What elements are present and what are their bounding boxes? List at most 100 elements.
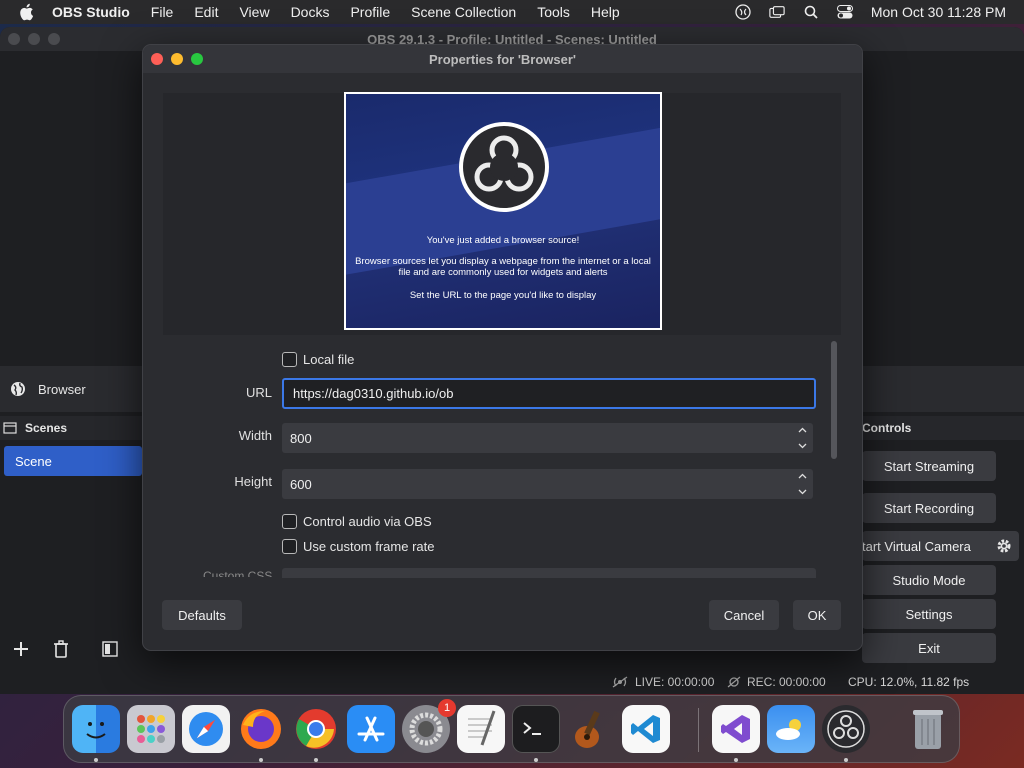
virtual-camera-settings-button[interactable] <box>989 531 1019 561</box>
url-input[interactable] <box>282 378 816 409</box>
chevron-down-icon[interactable] <box>798 443 807 449</box>
cpu-fps-readout: CPU: 12.0%, 11.82 fps <box>848 675 970 689</box>
control-audio-checkbox-row[interactable]: Control audio via OBS <box>282 514 432 529</box>
local-file-checkbox-row[interactable]: Local file <box>282 352 354 367</box>
firefox-icon[interactable] <box>237 705 285 753</box>
source-list-item[interactable]: Browser <box>0 366 148 412</box>
ok-button[interactable]: OK <box>793 600 841 630</box>
transitions-strip <box>862 366 1024 412</box>
dialog-titlebar: Properties for 'Browser' <box>143 45 862 73</box>
start-virtual-camera-button[interactable]: tart Virtual Camera <box>862 531 996 561</box>
scenes-dock-icon <box>3 422 17 434</box>
safari-icon[interactable] <box>182 705 230 753</box>
chevron-down-icon[interactable] <box>798 489 807 495</box>
dialog-zoom-button[interactable] <box>191 53 203 65</box>
scenes-title: Scenes <box>25 421 68 435</box>
obs-dock-icon[interactable] <box>822 705 870 753</box>
menu-file[interactable]: File <box>151 4 174 20</box>
rec-time: REC: 00:00:00 <box>747 675 826 689</box>
height-value: 600 <box>290 476 312 492</box>
app-store-icon[interactable] <box>347 705 395 753</box>
source-label: Browser <box>38 381 86 397</box>
scene-label: Scene <box>15 453 52 469</box>
menu-profile[interactable]: Profile <box>350 4 390 20</box>
cancel-button[interactable]: Cancel <box>709 600 779 630</box>
menu-docks[interactable]: Docks <box>291 4 330 20</box>
dock: 1 <box>63 695 960 763</box>
settings-button[interactable]: Settings <box>862 599 996 629</box>
custom-frame-rate-checkbox[interactable] <box>282 539 297 554</box>
properties-scrollbar[interactable] <box>831 341 837 459</box>
spotlight-search-icon[interactable] <box>803 4 819 20</box>
zoom-button[interactable] <box>48 33 60 45</box>
live-broadcast-icon <box>612 676 628 688</box>
vscode-icon[interactable] <box>622 705 670 753</box>
window-controls <box>8 33 60 45</box>
local-file-label: Local file <box>303 352 355 367</box>
launchpad-icon[interactable] <box>127 705 175 753</box>
add-scene-icon[interactable] <box>10 638 32 660</box>
finder-icon[interactable] <box>72 705 120 753</box>
height-spinbox[interactable]: 600 <box>282 469 813 499</box>
height-label: Height <box>234 474 272 489</box>
scenes-list: Scene <box>0 440 148 652</box>
gear-icon <box>997 539 1011 553</box>
local-file-checkbox[interactable] <box>282 352 297 367</box>
menu-view[interactable]: View <box>239 4 269 20</box>
preview-description: Browser sources let you display a webpag… <box>355 256 651 278</box>
control-center-icon[interactable] <box>836 4 853 20</box>
menu-app-name[interactable]: OBS Studio <box>52 4 130 20</box>
preview-instruction: Set the URL to the page you'd like to di… <box>409 290 597 301</box>
window-switcher-icon[interactable] <box>769 4 785 20</box>
custom-frame-rate-label: Use custom frame rate <box>303 539 435 554</box>
scenes-dock-header: Scenes <box>0 416 148 440</box>
studio-mode-button[interactable]: Studio Mode <box>862 565 996 595</box>
properties-dialog: Properties for 'Browser' You've just add… <box>142 44 863 651</box>
chrome-icon[interactable] <box>292 705 340 753</box>
rec-status: REC: 00:00:00 <box>727 675 826 689</box>
trash-dock-icon[interactable] <box>904 705 952 753</box>
obs-status-icon[interactable] <box>735 4 751 20</box>
apple-menu-icon[interactable] <box>18 3 34 21</box>
chrome-running-indicator <box>314 758 318 762</box>
height-stepper[interactable] <box>797 473 807 495</box>
exit-button[interactable]: Exit <box>862 633 996 663</box>
instruments-icon[interactable] <box>567 705 615 753</box>
width-spinbox[interactable]: 800 <box>282 423 813 453</box>
menu-edit[interactable]: Edit <box>194 4 218 20</box>
start-recording-button[interactable]: Start Recording <box>862 493 996 523</box>
visual-studio-icon[interactable] <box>712 705 760 753</box>
menu-tools[interactable]: Tools <box>537 4 570 20</box>
scene-toolbar <box>0 632 148 666</box>
recording-icon <box>727 676 741 688</box>
start-streaming-button[interactable]: Start Streaming <box>862 451 996 481</box>
menubar-clock[interactable]: Mon Oct 30 11:28 PM <box>871 4 1006 20</box>
system-settings-icon[interactable]: 1 <box>402 699 456 753</box>
menu-scene-collection[interactable]: Scene Collection <box>411 4 516 20</box>
terminal-running-indicator <box>534 758 538 762</box>
controls-dock-header: Controls <box>862 416 1024 440</box>
scene-list-item[interactable]: Scene <box>4 446 142 476</box>
scene-filters-icon[interactable] <box>99 638 121 660</box>
dialog-close-button[interactable] <box>151 53 163 65</box>
controls-title: Controls <box>862 421 912 435</box>
chevron-up-icon[interactable] <box>798 473 807 479</box>
trash-icon[interactable] <box>50 638 72 660</box>
textedit-icon[interactable] <box>457 705 505 753</box>
close-button[interactable] <box>8 33 20 45</box>
system-settings-badge: 1 <box>438 699 456 717</box>
custom-frame-rate-checkbox-row[interactable]: Use custom frame rate <box>282 539 435 554</box>
terminal-icon[interactable] <box>512 705 560 753</box>
weather-icon[interactable] <box>767 705 815 753</box>
width-stepper[interactable] <box>797 427 807 449</box>
chevron-up-icon[interactable] <box>798 427 807 433</box>
control-audio-checkbox[interactable] <box>282 514 297 529</box>
minimize-button[interactable] <box>28 33 40 45</box>
dialog-title: Properties for 'Browser' <box>428 51 577 67</box>
dialog-minimize-button[interactable] <box>171 53 183 65</box>
defaults-button[interactable]: Defaults <box>162 600 242 630</box>
control-audio-label: Control audio via OBS <box>303 514 432 529</box>
visual-studio-running-indicator <box>734 758 738 762</box>
custom-css-field[interactable] <box>282 568 816 578</box>
menu-help[interactable]: Help <box>591 4 620 20</box>
